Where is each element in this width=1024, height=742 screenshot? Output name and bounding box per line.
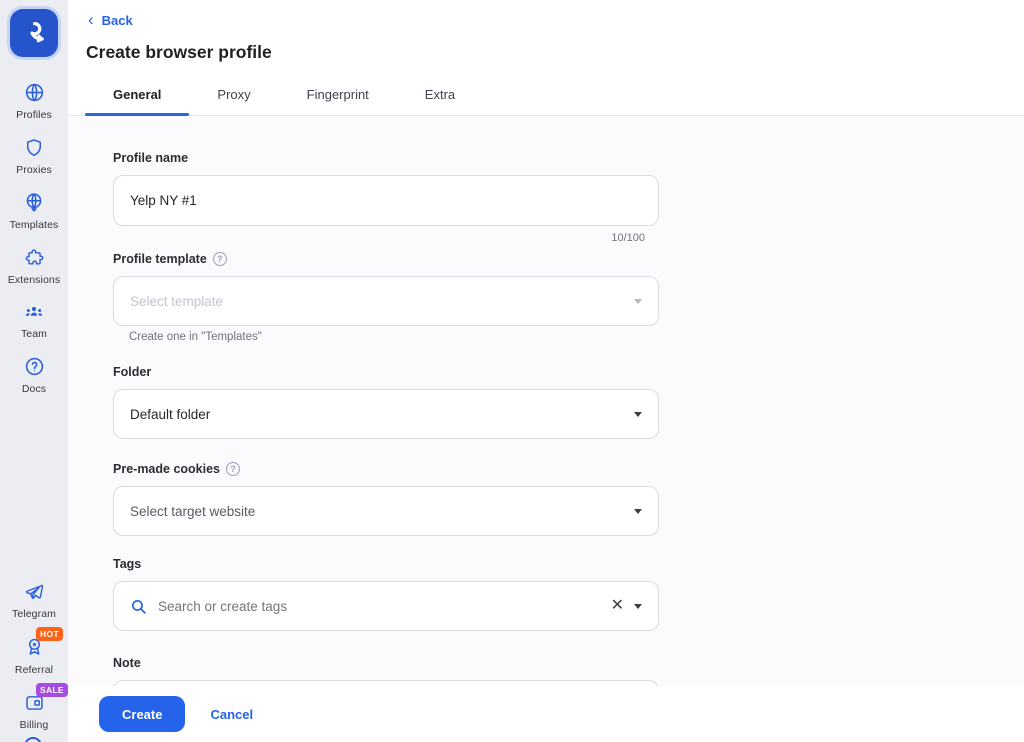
sidebar-item-profiles[interactable]: Profiles: [0, 75, 68, 130]
app-logo-icon: [30, 21, 44, 43]
note-label: Note: [113, 655, 141, 670]
chevron-down-icon[interactable]: [634, 603, 642, 609]
sidebar-item-label: Docs: [21, 383, 47, 395]
chevron-down-icon[interactable]: [634, 411, 642, 417]
profile-name-input[interactable]: [130, 193, 642, 208]
back-label: Back: [101, 13, 133, 28]
cookies-select[interactable]: Select target website: [113, 486, 659, 536]
sidebar-item-label: Proxies: [16, 164, 52, 176]
cookies-label: Pre-made cookies ?: [113, 461, 659, 476]
sidebar-item-referral[interactable]: HOT Referral: [0, 627, 68, 685]
tab-proxy[interactable]: Proxy: [189, 77, 278, 115]
sidebar-item-templates[interactable]: Templates: [0, 185, 68, 240]
sidebar-bottom-nav: Telegram HOT Referral SALE Billing: [0, 575, 68, 740]
tab-extra[interactable]: Extra: [397, 77, 483, 115]
sidebar-item-label: Extensions: [7, 274, 61, 286]
shield-icon: [27, 139, 41, 156]
chevron-down-icon[interactable]: [634, 298, 642, 304]
globe-icon: [25, 83, 43, 102]
sidebar-item-telegram[interactable]: Telegram: [0, 575, 68, 629]
help-icon[interactable]: ?: [226, 461, 240, 476]
tags-field[interactable]: ✕: [113, 581, 659, 631]
app-logo[interactable]: [10, 9, 58, 57]
telegram-icon: [25, 584, 44, 600]
chevron-down-icon[interactable]: [634, 508, 642, 514]
sidebar-item-label: Profiles: [16, 109, 52, 121]
sidebar-item-team[interactable]: Team: [0, 295, 68, 349]
sidebar: Profiles Proxies Templates Extensions Te…: [0, 0, 68, 742]
clear-icon[interactable]: ✕: [611, 598, 624, 614]
help-icon[interactable]: ?: [212, 251, 227, 266]
tags-label: Tags: [113, 556, 142, 571]
sidebar-item-label: Team: [20, 328, 48, 340]
page-title: Create browser profile: [86, 42, 272, 62]
tab-general[interactable]: General: [85, 77, 190, 116]
sidebar-item-label: Telegram: [12, 608, 56, 620]
tab-bar: General Proxy Fingerprint Extra: [68, 77, 1024, 116]
chevron-left-icon: ‹: [88, 9, 94, 29]
template-helper-text: Create one in "Templates": [129, 331, 262, 343]
back-button[interactable]: ‹ Back: [88, 9, 133, 29]
sidebar-item-extensions[interactable]: Extensions: [0, 240, 68, 295]
cancel-button[interactable]: Cancel: [210, 707, 253, 722]
sidebar-item-billing[interactable]: SALE Billing: [0, 683, 68, 740]
select-placeholder: Select target website: [130, 503, 256, 519]
profile-template-label: Profile template ?: [113, 251, 659, 266]
sale-badge: SALE: [36, 683, 68, 697]
tags-input[interactable]: [158, 598, 603, 614]
folder-select[interactable]: Default folder: [113, 389, 659, 439]
form-content: Profile name 10/100 Profile template ? S…: [68, 116, 1024, 740]
sidebar-item-docs[interactable]: Docs: [0, 349, 68, 404]
page-header: ‹ Back Create browser profile General Pr…: [68, 0, 1024, 116]
profile-name-field[interactable]: [113, 175, 659, 226]
hot-badge: HOT: [36, 627, 63, 641]
sidebar-item-label: Referral: [14, 664, 54, 676]
profile-name-label: Profile name: [113, 150, 189, 165]
folder-label: Folder: [113, 364, 152, 379]
char-counter: 10/100: [611, 232, 645, 244]
sidebar-nav: Profiles Proxies Templates Extensions Te…: [0, 75, 68, 404]
globe-template-icon: [26, 193, 42, 212]
select-value: Default folder: [130, 406, 211, 422]
tab-fingerprint[interactable]: Fingerprint: [279, 77, 397, 115]
main-panel: ‹ Back Create browser profile General Pr…: [68, 0, 1024, 742]
puzzle-icon: [25, 249, 43, 265]
team-icon: [25, 306, 43, 316]
search-icon: [131, 599, 146, 614]
sidebar-item-label: Templates: [9, 219, 59, 231]
app-window: Profiles Proxies Templates Extensions Te…: [0, 0, 1024, 742]
create-button[interactable]: Create: [99, 696, 186, 732]
form-footer: Create Cancel: [68, 686, 1024, 742]
sidebar-item-label: Billing: [19, 719, 49, 731]
help-circle-icon: [25, 357, 43, 376]
select-placeholder: Select template: [130, 293, 224, 309]
profile-template-select[interactable]: Select template: [113, 276, 659, 326]
sidebar-item-proxies[interactable]: Proxies: [0, 130, 68, 185]
